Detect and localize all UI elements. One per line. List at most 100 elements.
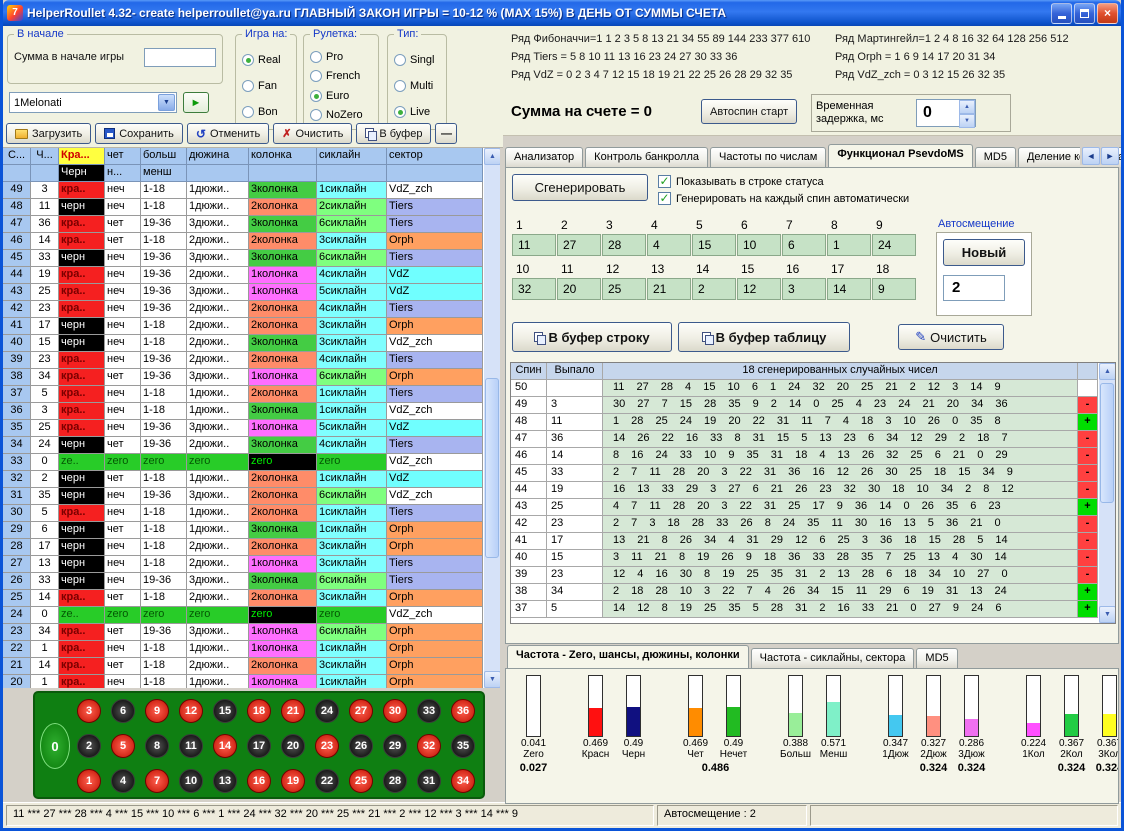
history-scrollbar[interactable]: ▲ ▼ — [483, 148, 500, 688]
board-number-20[interactable]: 20 — [281, 734, 305, 758]
tab-MD5[interactable]: MD5 — [975, 147, 1016, 167]
tab-Частоты по числам[interactable]: Частоты по числам — [710, 147, 826, 167]
board-number-1[interactable]: 1 — [77, 769, 101, 793]
autospin-button[interactable]: Автоспин старт — [701, 99, 797, 124]
gen-table-row[interactable]: 42232 7 3 18 28 33 26 8 24 35 11 30 16 1… — [511, 516, 1098, 533]
gen-table-row[interactable]: 46148 16 24 33 10 9 35 31 18 4 13 26 32 … — [511, 448, 1098, 465]
board-number-22[interactable]: 22 — [315, 769, 339, 793]
scroll-down-icon[interactable]: ▼ — [1099, 606, 1116, 623]
board-number-6[interactable]: 6 — [111, 699, 135, 723]
gen-table-row[interactable]: 37514 12 8 19 25 35 5 28 31 2 16 33 21 0… — [511, 601, 1098, 618]
radio-pro[interactable]: Pro — [310, 51, 376, 63]
board-number-21[interactable]: 21 — [281, 699, 305, 723]
checkbox-show-status[interactable]: ✓ — [658, 175, 671, 188]
board-number-27[interactable]: 27 — [349, 699, 373, 723]
gen-table-scrollbar[interactable]: ▲ ▼ — [1098, 363, 1115, 623]
gen-table-row[interactable]: 40153 11 21 8 19 26 9 18 36 33 28 35 7 2… — [511, 550, 1098, 567]
history-row[interactable]: 4614кра..чет1-182дюжи..2колонка3сиклайнO… — [3, 233, 483, 250]
board-number-28[interactable]: 28 — [383, 769, 407, 793]
clear-gen-button[interactable]: ✎Очистить — [898, 324, 1004, 350]
tab-Функционал PsevdoMS[interactable]: Функционал PsevdoMS — [828, 144, 972, 167]
delay-value[interactable]: 0 — [917, 100, 959, 126]
delay-spinner[interactable]: 0 ▲ ▼ — [916, 99, 976, 127]
history-row[interactable]: 4419кра..неч19-362дюжи..1колонка4сиклайн… — [3, 267, 483, 284]
history-row[interactable]: 322чернчет1-181дюжи..2колонка1сиклайнVdZ — [3, 471, 483, 488]
gen-table-row[interactable]: 392312 4 16 30 8 19 25 35 31 2 13 28 6 1… — [511, 567, 1098, 584]
gen-table-row[interactable]: 473614 26 22 16 33 8 31 15 5 13 23 6 34 … — [511, 431, 1098, 448]
new-button[interactable]: Новый — [943, 239, 1025, 266]
board-number-23[interactable]: 23 — [315, 734, 339, 758]
board-number-5[interactable]: 5 — [111, 734, 135, 758]
board-number-15[interactable]: 15 — [213, 699, 237, 723]
board-number-33[interactable]: 33 — [417, 699, 441, 723]
radio-singl[interactable]: Singl — [394, 54, 444, 66]
history-row[interactable]: 221кра..неч1-181дюжи..1колонка1сиклайнOr… — [3, 641, 483, 658]
scroll-down-icon[interactable]: ▼ — [484, 671, 500, 688]
checkbox-autogen[interactable]: ✓ — [658, 192, 671, 205]
history-row[interactable]: 305кра..неч1-181дюжи..2колонка1сиклайнTi… — [3, 505, 483, 522]
board-number-18[interactable]: 18 — [247, 699, 271, 723]
history-row[interactable]: 3834кра..чет19-363дюжи..1колонка6сиклайн… — [3, 369, 483, 386]
history-row[interactable]: 296чернчет1-181дюжи..3колонка1сиклайнOrp… — [3, 522, 483, 539]
scroll-thumb[interactable] — [485, 378, 499, 558]
close-button[interactable]: × — [1097, 3, 1118, 24]
history-row[interactable]: 240ze..zerozerozerozerozeroVdZ_zch — [3, 607, 483, 624]
gen-table-row[interactable]: 43254 7 11 28 20 3 22 31 25 17 9 36 14 0… — [511, 499, 1098, 516]
board-number-4[interactable]: 4 — [111, 769, 135, 793]
tab-Контроль банкролла[interactable]: Контроль банкролла — [585, 147, 708, 167]
undo-button[interactable]: ↺Отменить — [187, 123, 269, 144]
radio-real[interactable]: Real — [242, 54, 294, 66]
history-row[interactable]: 4015черннеч1-182дюжи..3колонка3сиклайнVd… — [3, 335, 483, 352]
gen-table-row[interactable]: 49330 27 7 15 28 35 9 2 14 0 25 4 23 24 … — [511, 397, 1098, 414]
copy-row-button[interactable]: В буфер строку — [512, 322, 672, 352]
board-number-17[interactable]: 17 — [247, 734, 271, 758]
board-number-19[interactable]: 19 — [281, 769, 305, 793]
history-row[interactable]: 493кра..неч1-181дюжи..3колонка1сиклайнVd… — [3, 182, 483, 199]
board-number-31[interactable]: 31 — [417, 769, 441, 793]
copy-table-button[interactable]: В буфер таблицу — [678, 322, 850, 352]
radio-live[interactable]: Live — [394, 106, 444, 118]
collapse-button[interactable]: — — [435, 123, 457, 144]
board-number-2[interactable]: 2 — [77, 734, 101, 758]
history-row[interactable]: 375кра..неч1-181дюжи..2колонка1сиклайнTi… — [3, 386, 483, 403]
board-number-34[interactable]: 34 — [451, 769, 475, 793]
board-number-25[interactable]: 25 — [349, 769, 373, 793]
radio-fan[interactable]: Fan — [242, 80, 294, 92]
board-number-35[interactable]: 35 — [451, 734, 475, 758]
scroll-thumb[interactable] — [1100, 383, 1114, 503]
history-row[interactable]: 2633черннеч19-363дюжи..3колонка6сиклайнT… — [3, 573, 483, 590]
history-row[interactable]: 4325кра..неч19-363дюжи..1колонка5сиклайн… — [3, 284, 483, 301]
board-number-12[interactable]: 12 — [179, 699, 203, 723]
chevron-down-icon[interactable]: ▼ — [158, 94, 175, 111]
radio-nozero[interactable]: NoZero — [310, 109, 376, 121]
board-number-8[interactable]: 8 — [145, 734, 169, 758]
board-number-3[interactable]: 3 — [77, 699, 101, 723]
history-row[interactable]: 3135черннеч19-363дюжи..2колонка6сиклайнV… — [3, 488, 483, 505]
history-row[interactable]: 3923кра..неч19-362дюжи..2колонка4сиклайн… — [3, 352, 483, 369]
history-row[interactable]: 4223кра..неч19-362дюжи..2колонка4сиклайн… — [3, 301, 483, 318]
minimize-button[interactable] — [1051, 3, 1072, 24]
autoshift-value-input[interactable]: 2 — [943, 275, 1005, 301]
history-row[interactable]: 4533черннеч19-363дюжи..3колонка6сиклайнT… — [3, 250, 483, 267]
clear-button[interactable]: ✗Очистить — [273, 123, 352, 144]
history-row[interactable]: 4117черннеч1-182дюжи..2колонка3сиклайнOr… — [3, 318, 483, 335]
maximize-button[interactable] — [1074, 3, 1095, 24]
scroll-up-icon[interactable]: ▲ — [1099, 363, 1116, 380]
radio-bon[interactable]: Bon — [242, 106, 294, 118]
scroll-up-icon[interactable]: ▲ — [484, 148, 500, 165]
load-button[interactable]: Загрузить — [6, 123, 91, 144]
board-number-36[interactable]: 36 — [451, 699, 475, 723]
tab-Анализатор[interactable]: Анализатор — [505, 147, 583, 167]
history-row[interactable]: 4811черннеч1-181дюжи..2колонка2сиклайнTi… — [3, 199, 483, 216]
checkbox-status-row[interactable]: ✓ Показывать в строке статуса — [658, 175, 824, 188]
board-number-13[interactable]: 13 — [213, 769, 237, 793]
history-row[interactable]: 2713черннеч1-182дюжи..1колонка3сиклайнTi… — [3, 556, 483, 573]
board-number-16[interactable]: 16 — [247, 769, 271, 793]
board-number-10[interactable]: 10 — [179, 769, 203, 793]
history-row[interactable]: 2334кра..чет19-363дюжи..1колонка6сиклайн… — [3, 624, 483, 641]
history-row[interactable]: 2817черннеч1-182дюжи..2колонка3сиклайнOr… — [3, 539, 483, 556]
gen-table-row[interactable]: 5011 27 28 4 15 10 6 1 24 32 20 25 21 2 … — [511, 380, 1098, 397]
freq-tab-Частота - Zero, шансы, дюжины, колонки[interactable]: Частота - Zero, шансы, дюжины, колонки — [507, 645, 749, 668]
history-row[interactable]: 4736кра..чет19-363дюжи..3колонка6сиклайн… — [3, 216, 483, 233]
gen-table-row[interactable]: 48111 28 25 24 19 20 22 31 11 7 4 18 3 1… — [511, 414, 1098, 431]
